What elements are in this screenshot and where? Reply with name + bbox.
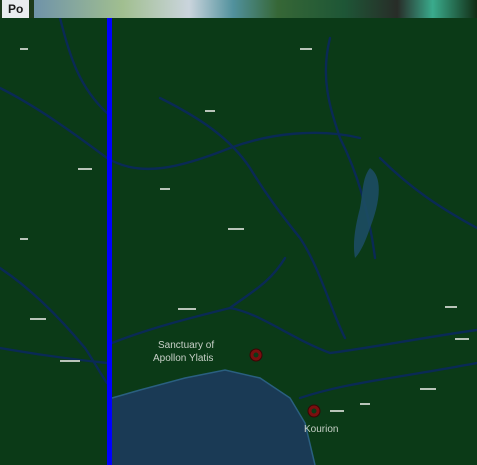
sanctuary-marker-icon[interactable] <box>249 348 263 362</box>
settlement-marks <box>20 48 469 412</box>
map-canvas[interactable]: Sanctuary of Apollon Ylatis Kourion <box>0 18 477 465</box>
road-network <box>0 18 477 400</box>
kourion-marker-icon[interactable] <box>307 404 321 418</box>
sea-area <box>112 370 315 465</box>
kourion-label: Kourion <box>304 424 339 435</box>
window-title: Po <box>2 0 30 18</box>
sanctuary-label-line2: Apollon Ylatis <box>153 353 214 364</box>
map-viewer: Po Sanctuary of Apollon Ylatis Kourion <box>0 0 477 465</box>
vertical-divider-line <box>107 18 112 465</box>
top-bar: Po <box>0 0 477 18</box>
toolbar-strip <box>34 0 477 18</box>
sanctuary-label-line1: Sanctuary of <box>158 340 215 351</box>
map-background <box>0 18 477 465</box>
